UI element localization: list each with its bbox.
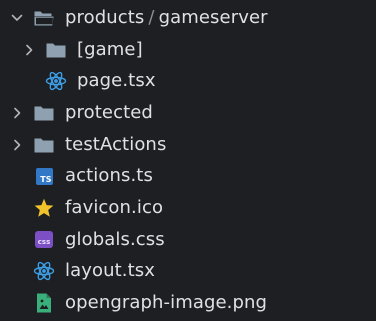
- folder-label: protected: [65, 101, 153, 123]
- file-label: page.tsx: [77, 70, 156, 92]
- file-label: globals.css: [65, 228, 165, 250]
- folder-label: testActions: [65, 133, 167, 155]
- image-icon: [33, 292, 55, 314]
- path-segment-gameserver: gameserver: [158, 6, 268, 28]
- react-icon: [45, 70, 67, 92]
- css-badge: css: [35, 231, 53, 249]
- folder-open-icon: [33, 7, 55, 29]
- file-tree: products / gameserver [game] page.tsx pr…: [0, 0, 376, 321]
- chevron-right-icon[interactable]: [22, 43, 36, 57]
- tree-row-globals-css[interactable]: css globals.css: [0, 224, 376, 256]
- tree-row-testactions[interactable]: testActions: [0, 129, 376, 161]
- folder-icon: [33, 134, 55, 156]
- file-label: favicon.ico: [65, 196, 164, 218]
- folder-icon: [45, 39, 67, 61]
- file-label: layout.tsx: [65, 260, 155, 282]
- file-label: actions.ts: [65, 165, 153, 187]
- tree-row-protected[interactable]: protected: [0, 97, 376, 129]
- tree-row-game-folder[interactable]: [game]: [0, 34, 376, 66]
- react-icon: [33, 260, 55, 282]
- typescript-badge: TS: [35, 167, 53, 185]
- typescript-icon: TS: [33, 165, 55, 187]
- path-separator: /: [148, 6, 155, 28]
- tree-row-products-gameserver[interactable]: products / gameserver: [0, 2, 376, 34]
- tree-row-page-tsx[interactable]: page.tsx: [0, 65, 376, 97]
- tree-row-actions-ts[interactable]: TS actions.ts: [0, 160, 376, 192]
- chevron-right-icon[interactable]: [10, 106, 24, 120]
- tree-row-favicon-ico[interactable]: favicon.ico: [0, 192, 376, 224]
- folder-label: products / gameserver: [65, 6, 268, 28]
- tree-row-layout-tsx[interactable]: layout.tsx: [0, 256, 376, 288]
- folder-icon: [33, 102, 55, 124]
- path-segment-products: products: [65, 6, 145, 28]
- chevron-right-icon[interactable]: [10, 138, 24, 152]
- css-icon: css: [33, 229, 55, 251]
- chevron-down-icon[interactable]: [10, 11, 24, 25]
- tree-row-opengraph-image-png[interactable]: opengraph-image.png: [0, 287, 376, 319]
- folder-label: [game]: [77, 38, 143, 60]
- star-icon: [33, 197, 55, 219]
- file-label: opengraph-image.png: [65, 292, 268, 314]
